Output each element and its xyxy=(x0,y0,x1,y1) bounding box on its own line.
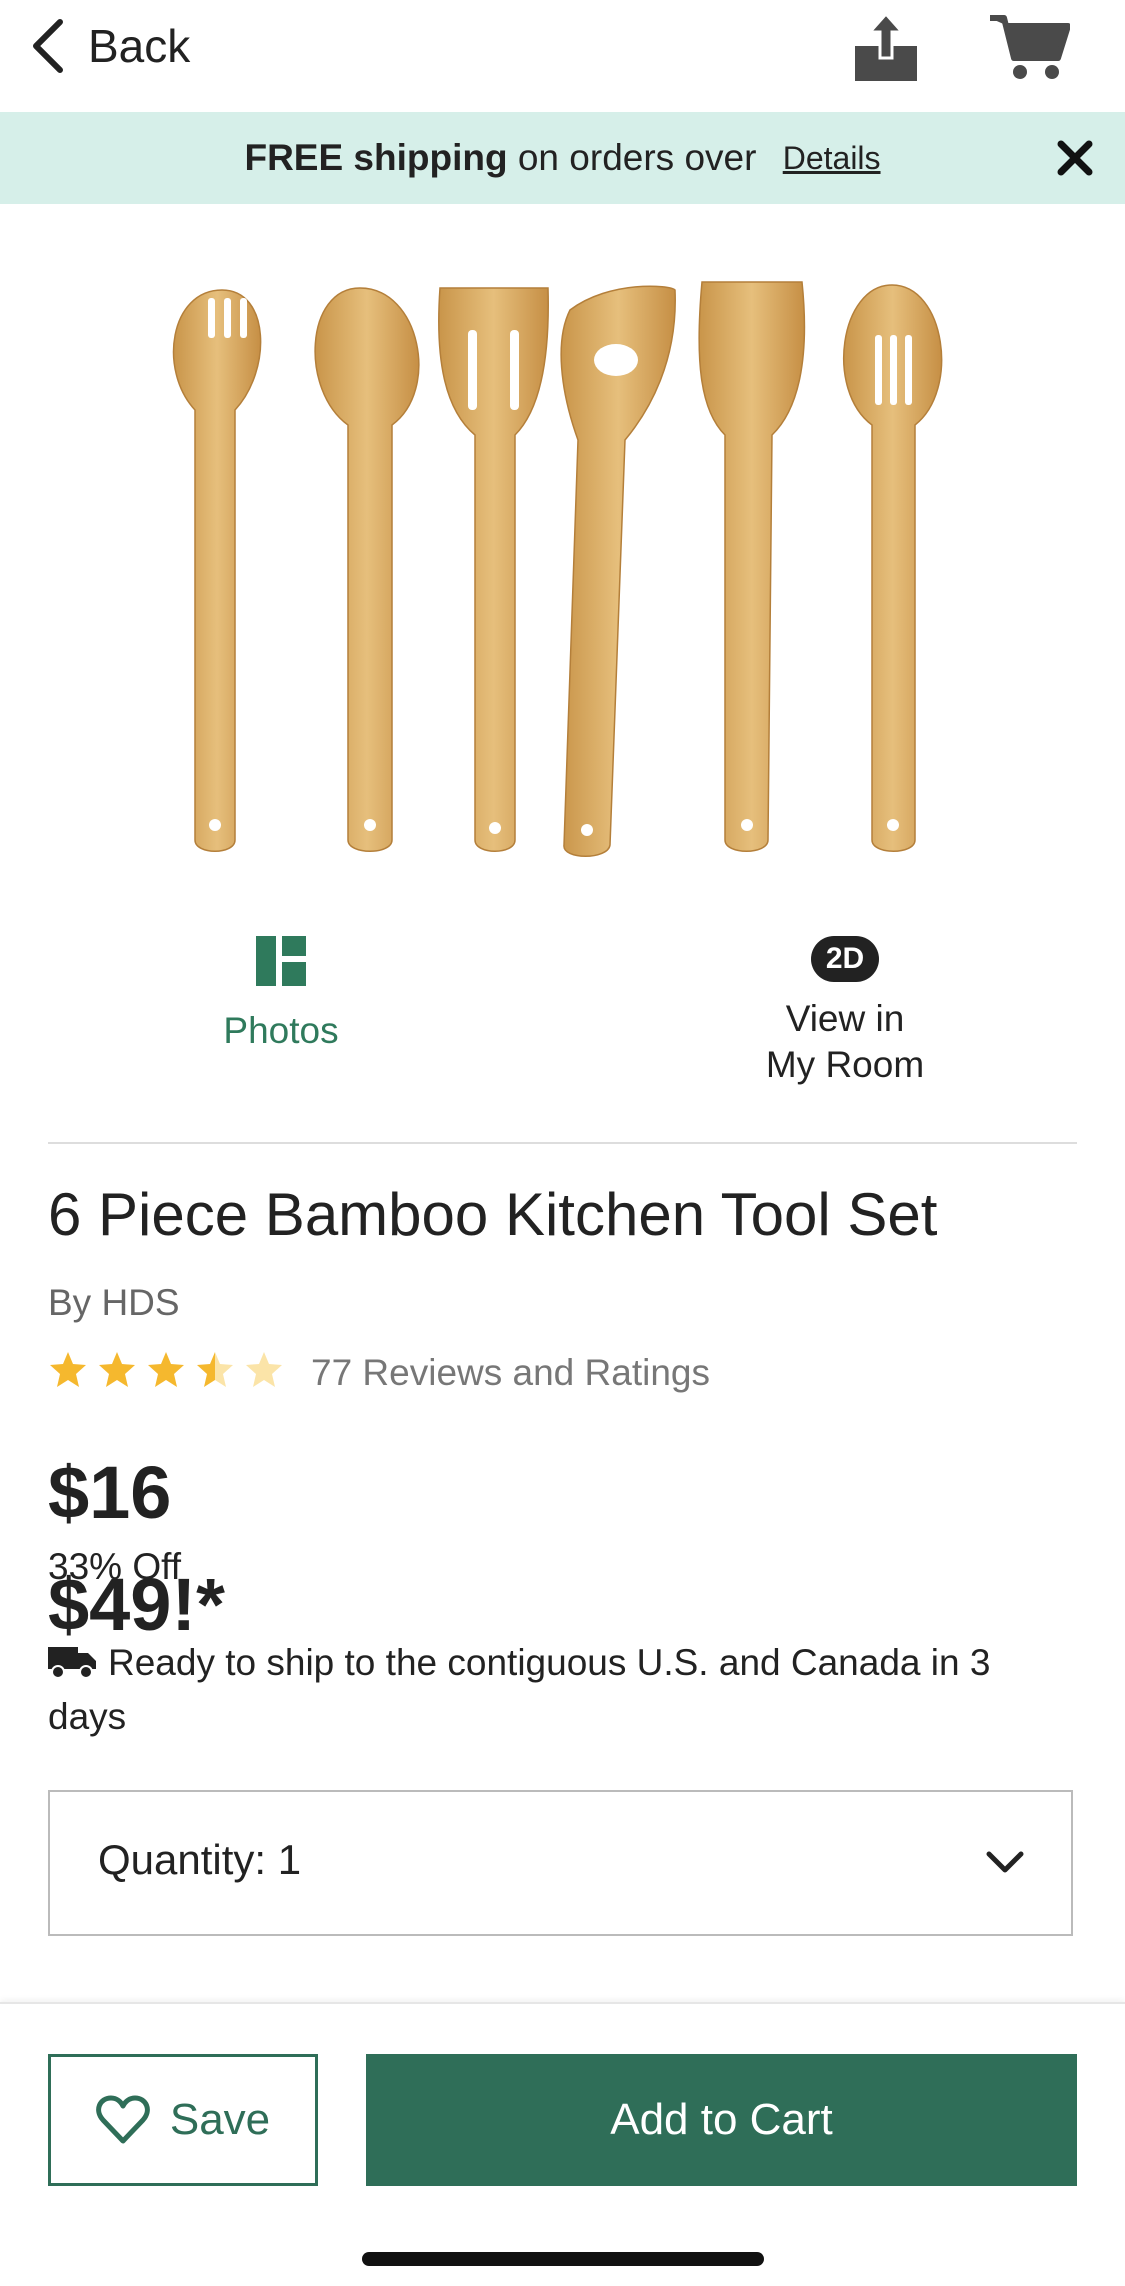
rating-row[interactable]: 77 Reviews and Ratings xyxy=(48,1350,710,1395)
chevron-left-icon xyxy=(33,19,63,73)
home-indicator xyxy=(362,2252,764,2266)
2d-badge-icon: 2D xyxy=(811,936,879,982)
product-image[interactable] xyxy=(150,240,970,880)
star-icon xyxy=(99,1352,135,1387)
free-shipping-banner: FREE shipping on orders over $49!* Detai… xyxy=(0,112,1125,1646)
shipping-text: Ready to ship to the contiguous U.S. and… xyxy=(48,1642,991,1737)
product-brand[interactable]: By HDS xyxy=(48,1282,180,1324)
star-icon xyxy=(50,1352,86,1387)
save-button[interactable]: Save xyxy=(48,2054,318,2186)
view-in-room-line2: My Room xyxy=(765,1044,925,1085)
star-icon xyxy=(246,1352,282,1387)
photo-grid-icon xyxy=(256,936,306,986)
add-to-cart-button[interactable]: Add to Cart xyxy=(366,2054,1077,2186)
discount-label: 33% Off xyxy=(48,1546,182,1587)
view-in-room-line1: View in xyxy=(785,998,905,1039)
add-to-cart-label: Add to Cart xyxy=(610,2095,833,2144)
photos-tab-label: Photos xyxy=(223,1010,339,1051)
truck-icon xyxy=(48,1647,96,1679)
quantity-label: Quantity: 1 xyxy=(98,1836,302,1883)
promo-middle-text: on orders over xyxy=(507,137,767,178)
back-label: Back xyxy=(88,20,191,72)
cart-icon[interactable] xyxy=(988,12,1070,82)
save-label: Save xyxy=(169,2095,271,2144)
chevron-down-icon xyxy=(986,1851,1024,1873)
shipping-info: Ready to ship to the contiguous U.S. and… xyxy=(48,1636,1078,1744)
bottom-action-bar: Save Add to Cart xyxy=(0,2002,1125,2286)
reviews-link[interactable]: 77 Reviews and Ratings xyxy=(311,1352,710,1394)
product-title: 6 Piece Bamboo Kitchen Tool Set xyxy=(48,1181,938,1248)
star-rating xyxy=(48,1350,293,1395)
share-icon[interactable] xyxy=(850,10,922,86)
view-in-my-room-tab[interactable]: 2D View in My Room xyxy=(700,936,990,1088)
promo-details-link[interactable]: Details xyxy=(783,140,881,177)
star-icon xyxy=(197,1352,233,1387)
product-price: $16 xyxy=(48,1451,172,1534)
back-button[interactable]: Back xyxy=(26,10,190,82)
heart-icon xyxy=(96,2095,150,2144)
divider xyxy=(48,1142,1077,1144)
top-nav-bar: Back xyxy=(0,0,1125,112)
photos-tab[interactable]: Photos xyxy=(170,936,392,1052)
promo-free-text: FREE shipping xyxy=(244,137,508,178)
close-icon[interactable] xyxy=(1047,130,1103,186)
quantity-select[interactable]: Quantity: 1 xyxy=(48,1790,1073,1936)
star-icon xyxy=(148,1352,184,1387)
